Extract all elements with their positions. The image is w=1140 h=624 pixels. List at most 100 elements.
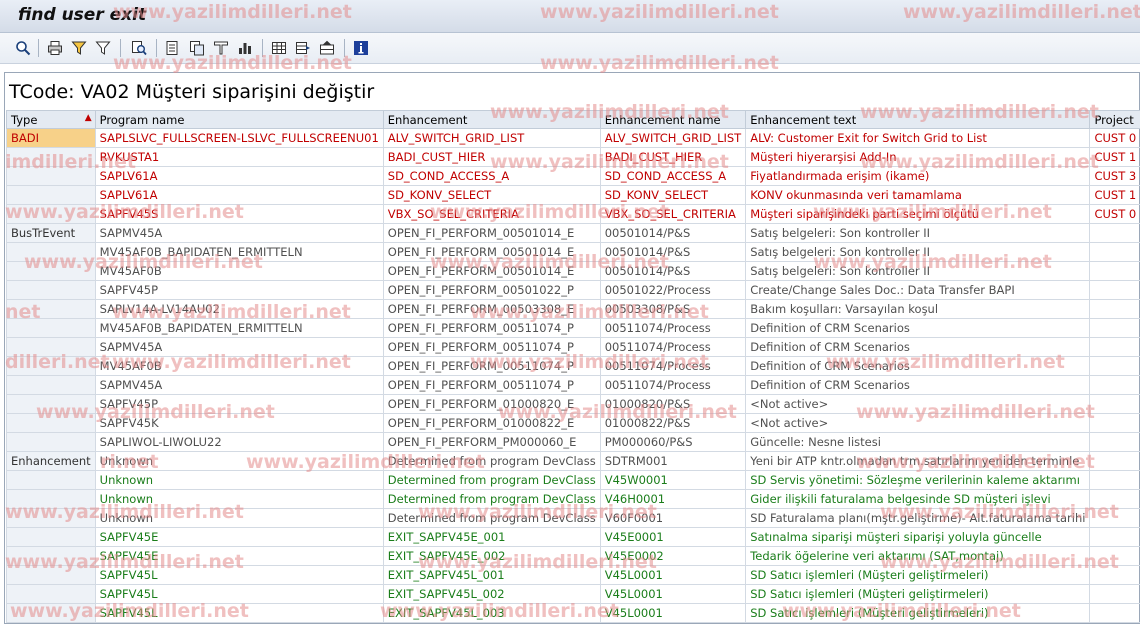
cell-enhancement[interactable]: Determined from program DevClass xyxy=(383,490,600,509)
cell-program-name[interactable]: SAPFV45S xyxy=(95,205,383,224)
cell-project[interactable] xyxy=(1090,338,1140,357)
cell-enhancement[interactable]: OPEN_FI_PERFORM_PM000060_E xyxy=(383,433,600,452)
change-layout-icon[interactable] xyxy=(294,39,312,57)
cell-enhancement[interactable]: ALV_SWITCH_GRID_LIST xyxy=(383,129,600,148)
cell-program-name[interactable]: Unknown xyxy=(95,490,383,509)
table-row[interactable]: MV45AF0B_BAPIDATEN_ERMITTELNOPEN_FI_PERF… xyxy=(7,243,1140,262)
column-header-program-name[interactable]: Program name xyxy=(95,111,383,129)
cell-enhancement[interactable]: OPEN_FI_PERFORM_00511074_P xyxy=(383,376,600,395)
cell-enhancement-name[interactable]: 00501014/P&S xyxy=(600,262,746,281)
cell-enhancement[interactable]: Determined from program DevClass xyxy=(383,509,600,528)
cell-enhancement-name[interactable]: SD_KONV_SELECT xyxy=(600,186,746,205)
cell-program-name[interactable]: MV45AF0B_BAPIDATEN_ERMITTELN xyxy=(95,319,383,338)
cell-enhancement[interactable]: OPEN_FI_PERFORM_00511074_P xyxy=(383,319,600,338)
info-icon[interactable] xyxy=(352,39,370,57)
table-row[interactable]: SAPMV45AOPEN_FI_PERFORM_00511074_P005110… xyxy=(7,376,1140,395)
cell-project[interactable] xyxy=(1090,490,1140,509)
cell-enhancement-name[interactable]: 00511074/Process xyxy=(600,338,746,357)
cell-program-name[interactable]: SAPLV61A xyxy=(95,186,383,205)
cell-enhancement-name[interactable]: PM000060/P&S xyxy=(600,433,746,452)
save-layout-icon[interactable] xyxy=(318,39,336,57)
table-row[interactable]: SAPLV61ASD_COND_ACCESS_ASD_COND_ACCESS_A… xyxy=(7,167,1140,186)
cell-enhancement-name[interactable]: V45E0002 xyxy=(600,547,746,566)
cell-program-name[interactable]: MV45AF0B xyxy=(95,357,383,376)
cell-program-name[interactable]: SAPFV45P xyxy=(95,395,383,414)
cell-enhancement-text[interactable]: Satış belgeleri: Son kontroller II xyxy=(746,262,1090,281)
cell-program-name[interactable]: SAPLV14A-LV14AU02 xyxy=(95,300,383,319)
cell-enhancement-name[interactable]: V46H0001 xyxy=(600,490,746,509)
cell-enhancement-text[interactable]: Gider ilişkili faturalama belgesinde SD … xyxy=(746,490,1090,509)
table-row[interactable]: BusTrEventSAPMV45AOPEN_FI_PERFORM_005010… xyxy=(7,224,1140,243)
cell-enhancement-name[interactable]: 00501014/P&S xyxy=(600,224,746,243)
table-row[interactable]: MV45AF0BOPEN_FI_PERFORM_00501014_E005010… xyxy=(7,262,1140,281)
table-row[interactable]: SAPFV45EEXIT_SAPFV45E_001V45E0001Satınal… xyxy=(7,528,1140,547)
cell-enhancement[interactable]: OPEN_FI_PERFORM_00501014_E xyxy=(383,262,600,281)
table-row[interactable]: SAPFV45SVBX_SO_SEL_CRITERIAVBX_SO_SEL_CR… xyxy=(7,205,1140,224)
copy-icon[interactable] xyxy=(188,39,206,57)
cell-program-name[interactable]: SAPFV45L xyxy=(95,566,383,585)
cell-enhancement-text[interactable]: ALV: Customer Exit for Switch Grid to Li… xyxy=(746,129,1090,148)
cell-enhancement-name[interactable]: V45L0001 xyxy=(600,566,746,585)
cell-program-name[interactable]: MV45AF0B_BAPIDATEN_ERMITTELN xyxy=(95,243,383,262)
cell-enhancement[interactable]: OPEN_FI_PERFORM_00501022_P xyxy=(383,281,600,300)
filter-icon[interactable] xyxy=(70,39,88,57)
cell-enhancement-name[interactable]: 00511074/Process xyxy=(600,376,746,395)
cell-enhancement[interactable]: OPEN_FI_PERFORM_00503308_E xyxy=(383,300,600,319)
cell-enhancement[interactable]: EXIT_SAPFV45E_001 xyxy=(383,528,600,547)
cell-enhancement-name[interactable]: SDTRM001 xyxy=(600,452,746,471)
cell-enhancement[interactable]: OPEN_FI_PERFORM_01000822_E xyxy=(383,414,600,433)
cell-program-name[interactable]: MV45AF0B xyxy=(95,262,383,281)
column-header-enhancement-text[interactable]: Enhancement text xyxy=(746,111,1090,129)
cell-program-name[interactable]: SAPLIWOL-LIWOLU22 xyxy=(95,433,383,452)
cell-project[interactable] xyxy=(1090,566,1140,585)
cell-enhancement[interactable]: OPEN_FI_PERFORM_00501014_E xyxy=(383,243,600,262)
cell-enhancement-name[interactable]: V45E0001 xyxy=(600,528,746,547)
table-row[interactable]: UnknownDetermined from program DevClassV… xyxy=(7,509,1140,528)
cell-enhancement-text[interactable]: Satış belgeleri: Son kontroller II xyxy=(746,224,1090,243)
table-row[interactable]: SAPFV45POPEN_FI_PERFORM_01000820_E010008… xyxy=(7,395,1140,414)
cell-project[interactable] xyxy=(1090,528,1140,547)
cell-program-name[interactable]: SAPMV45A xyxy=(95,224,383,243)
cell-project[interactable] xyxy=(1090,300,1140,319)
cell-enhancement-text[interactable]: KONV okunmasında veri tamamlama xyxy=(746,186,1090,205)
cell-project[interactable] xyxy=(1090,243,1140,262)
cell-enhancement[interactable]: BADI_CUST_HIER xyxy=(383,148,600,167)
table-row[interactable]: SAPLV14A-LV14AU02OPEN_FI_PERFORM_0050330… xyxy=(7,300,1140,319)
cell-enhancement[interactable]: OPEN_FI_PERFORM_01000820_E xyxy=(383,395,600,414)
table-row[interactable]: SAPFV45POPEN_FI_PERFORM_00501022_P005010… xyxy=(7,281,1140,300)
cell-project[interactable]: CUST 0 xyxy=(1090,205,1140,224)
cell-enhancement-name[interactable]: 00511074/Process xyxy=(600,319,746,338)
cell-project[interactable]: CUST 1 xyxy=(1090,186,1140,205)
cell-enhancement-name[interactable]: V45W0001 xyxy=(600,471,746,490)
find-icon[interactable] xyxy=(130,39,148,57)
cell-program-name[interactable]: Unknown xyxy=(95,471,383,490)
cell-enhancement-name[interactable]: V45L0001 xyxy=(600,585,746,604)
cell-enhancement-text[interactable]: Fiyatlandırmada erişim (ikame) xyxy=(746,167,1090,186)
cell-enhancement-text[interactable]: Satınalma siparişi müşteri siparişi yolu… xyxy=(746,528,1090,547)
cell-enhancement-name[interactable]: 00511074/Process xyxy=(600,357,746,376)
cell-program-name[interactable]: SAPFV45L xyxy=(95,585,383,604)
cell-project[interactable] xyxy=(1090,319,1140,338)
cell-enhancement-text[interactable]: Definition of CRM Scenarios xyxy=(746,319,1090,338)
cell-enhancement-text[interactable]: SD Servis yönetimi: Sözleşme verilerinin… xyxy=(746,471,1090,490)
cell-project[interactable]: CUST 1 xyxy=(1090,148,1140,167)
table-row[interactable]: UnknownDetermined from program DevClassV… xyxy=(7,471,1140,490)
column-header-type[interactable]: Type▲ xyxy=(7,111,96,129)
cell-enhancement-name[interactable]: SD_COND_ACCESS_A xyxy=(600,167,746,186)
cell-program-name[interactable]: Unknown xyxy=(95,452,383,471)
cell-program-name[interactable]: RVKUSTA1 xyxy=(95,148,383,167)
cell-enhancement-text[interactable]: SD Satıcı işlemleri (Müşteri geliştirmel… xyxy=(746,604,1090,623)
table-row[interactable]: RVKUSTA1BADI_CUST_HIERBADI_CUST_HIERMüşt… xyxy=(7,148,1140,167)
table-row[interactable]: SAPFV45LEXIT_SAPFV45L_002V45L0001SD Satı… xyxy=(7,585,1140,604)
cell-enhancement[interactable]: EXIT_SAPFV45L_003 xyxy=(383,604,600,623)
cell-enhancement-name[interactable]: 00501014/P&S xyxy=(600,243,746,262)
column-header-enhancement-name[interactable]: Enhancement name xyxy=(600,111,746,129)
table-row[interactable]: UnknownDetermined from program DevClassV… xyxy=(7,490,1140,509)
cell-enhancement-text[interactable]: Definition of CRM Scenarios xyxy=(746,338,1090,357)
cell-enhancement[interactable]: EXIT_SAPFV45L_002 xyxy=(383,585,600,604)
cell-project[interactable] xyxy=(1090,604,1140,623)
cell-project[interactable] xyxy=(1090,262,1140,281)
cell-program-name[interactable]: SAPLV61A xyxy=(95,167,383,186)
cell-enhancement[interactable]: OPEN_FI_PERFORM_00511074_P xyxy=(383,357,600,376)
cell-project[interactable]: CUST 0 xyxy=(1090,129,1140,148)
